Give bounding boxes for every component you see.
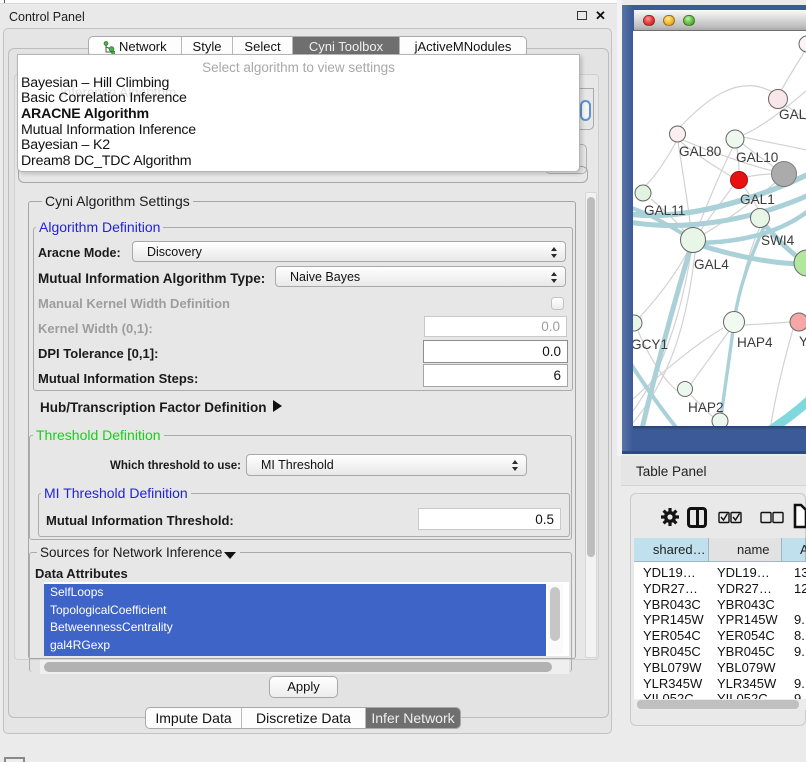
svg-text:GAL10: GAL10 <box>736 150 779 165</box>
svg-text:GAL11: GAL11 <box>644 203 685 218</box>
svg-text:GAL1: GAL1 <box>740 192 775 207</box>
svg-text:GAL7: GAL7 <box>779 107 806 122</box>
svg-text:GAL80: GAL80 <box>679 144 722 159</box>
svg-text:HAP4: HAP4 <box>737 335 773 350</box>
svg-text:HAP2: HAP2 <box>688 400 724 415</box>
svg-text:GCY1: GCY1 <box>633 337 668 352</box>
svg-text:SWI4: SWI4 <box>761 233 795 248</box>
svg-text:GAL4: GAL4 <box>694 257 729 272</box>
svg-text:Y: Y <box>799 334 806 349</box>
